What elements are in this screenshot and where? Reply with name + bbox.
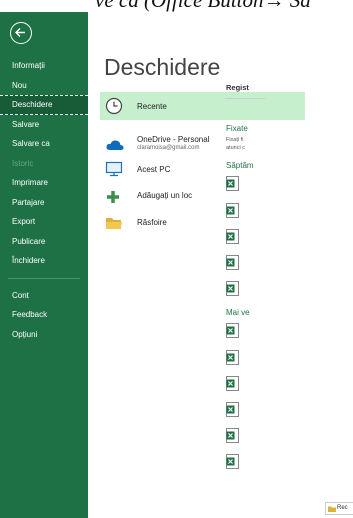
page-title: Deschidere <box>104 54 221 80</box>
sidebar-item-informatii[interactable]: Informații <box>0 56 88 76</box>
excel-file-icon[interactable] <box>226 428 239 443</box>
back-button[interactable] <box>10 22 32 44</box>
sidebar-item-salvare-ca[interactable]: Salvare ca <box>0 134 88 154</box>
location-adaugati-un-loc[interactable]: Adăugați un loc <box>100 184 305 208</box>
location-rasfoire[interactable]: Răsfoire <box>100 211 305 235</box>
sidebar-item-deschidere[interactable]: Deschidere <box>0 95 88 115</box>
sidebar-item-inchidere[interactable]: Închidere <box>0 251 88 271</box>
excel-file-icon[interactable] <box>226 376 239 391</box>
sidebar-item-feedback[interactable]: Feedback <box>0 305 88 325</box>
location-label: Răsfoire <box>137 218 167 227</box>
computer-icon <box>105 161 123 177</box>
location-label: OneDrive - Personal <box>137 135 210 144</box>
location-acest-pc[interactable]: Acest PC <box>100 157 305 181</box>
back-arrow-icon <box>15 28 25 37</box>
sidebar-item-nou[interactable]: Nou <box>0 76 88 96</box>
recent-tab-header[interactable]: Regist <box>226 83 249 92</box>
main-panel: Deschidere Recente OneDrive - Personal c… <box>88 12 353 518</box>
browse-more-button[interactable]: Rec <box>325 502 353 515</box>
browse-more-label: Rec <box>337 505 348 511</box>
top-caption-strip: ve ca (Office Button→ Sa <box>0 0 353 12</box>
location-label: Adăugați un loc <box>137 191 193 200</box>
location-onedrive[interactable]: OneDrive - Personal claramoisa@gmail.com <box>100 130 305 158</box>
sidebar-item-export[interactable]: Export <box>0 212 88 232</box>
pinned-description-line1: Fixați fi <box>226 137 244 143</box>
pinned-description-line2: atunci c <box>226 145 245 151</box>
this-week-section-title: Săptăm <box>226 161 254 170</box>
sidebar-divider <box>8 277 80 279</box>
sidebar-item-optiuni[interactable]: Opțiuni <box>0 325 88 345</box>
excel-file-icon[interactable] <box>226 323 239 338</box>
excel-file-icon[interactable] <box>226 350 239 365</box>
sidebar-item-imprimare[interactable]: Imprimare <box>0 173 88 193</box>
plus-icon <box>107 191 119 203</box>
folder-icon <box>328 506 336 512</box>
header-divider <box>225 98 265 99</box>
sidebar-item-istoric: Istoric <box>12 158 34 168</box>
clock-icon <box>105 97 123 115</box>
sidebar-item-publicare[interactable]: Publicare <box>0 232 88 252</box>
excel-file-icon[interactable] <box>226 229 239 244</box>
recent-workbooks-panel: Regist Fixate Fixați fi atunci c Săptăm … <box>225 80 265 506</box>
excel-file-icon[interactable] <box>226 454 239 469</box>
location-recente[interactable]: Recente <box>100 92 305 120</box>
sidebar-item-partajare[interactable]: Partajare <box>0 193 88 213</box>
folder-icon <box>106 218 122 229</box>
location-label: Recente <box>137 102 167 111</box>
excel-file-icon[interactable] <box>226 255 239 270</box>
older-section-title: Mai ve <box>226 308 250 317</box>
sidebar-item-salvare[interactable]: Salvare <box>0 115 88 135</box>
excel-file-icon[interactable] <box>226 281 239 296</box>
location-account-email: claramoisa@gmail.com <box>137 145 200 151</box>
excel-file-icon[interactable] <box>226 203 239 218</box>
top-caption: ve ca (Office Button→ Sa <box>95 0 311 12</box>
excel-file-icon[interactable] <box>226 402 239 417</box>
backstage-sidebar: Informații Nou Deschidere Salvare Salvar… <box>0 12 88 518</box>
cloud-icon <box>106 140 124 150</box>
sidebar-item-cont[interactable]: Cont <box>0 286 88 306</box>
location-label: Acest PC <box>137 165 171 174</box>
sidebar-nav: Informații Nou Deschidere Salvare Salvar… <box>0 56 88 344</box>
pinned-section-title: Fixate <box>226 124 248 133</box>
excel-file-icon[interactable] <box>226 176 239 191</box>
